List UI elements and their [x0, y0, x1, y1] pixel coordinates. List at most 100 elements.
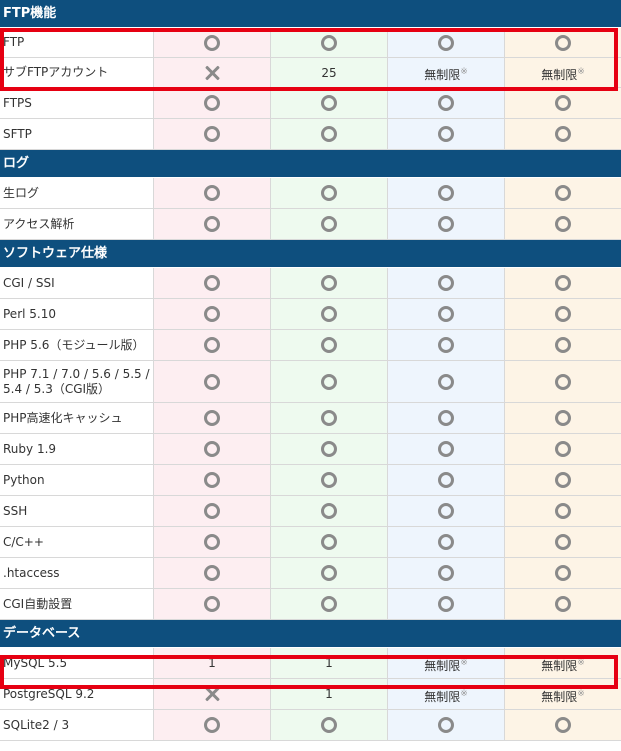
plan-cell	[154, 589, 271, 619]
available-circle-icon	[438, 95, 454, 111]
plan-cell	[271, 589, 388, 619]
plan-cell	[505, 119, 621, 149]
plan-cell	[388, 88, 505, 118]
section-title: ソフトウェア仕様	[3, 246, 108, 261]
plan-cell	[271, 209, 388, 239]
available-circle-icon	[204, 126, 220, 142]
feature-label: CGI / SSI	[0, 268, 154, 298]
unlimited-label: 無制限	[541, 658, 578, 673]
plan-cell	[388, 268, 505, 298]
unavailable-cross-icon	[204, 686, 220, 702]
plan-cell	[271, 434, 388, 464]
available-circle-icon	[555, 503, 571, 519]
available-circle-icon	[204, 441, 220, 457]
available-circle-icon	[438, 596, 454, 612]
plan-cell	[271, 558, 388, 588]
feature-label: MySQL 5.5	[0, 648, 154, 678]
available-circle-icon	[438, 34, 454, 51]
feature-label: SQLite2 / 3	[0, 710, 154, 740]
available-circle-icon	[438, 565, 454, 581]
available-circle-icon	[321, 34, 337, 51]
available-circle-icon	[555, 95, 571, 111]
plan-cell	[154, 496, 271, 526]
plan-cell	[505, 361, 621, 402]
feature-label: サブFTPアカウント	[0, 58, 154, 87]
table-row: PHP 7.1 / 7.0 / 5.6 / 5.5 / 5.4 / 5.3（CG…	[0, 361, 621, 403]
available-circle-icon	[555, 534, 571, 550]
available-circle-icon	[204, 472, 220, 488]
available-circle-icon	[438, 373, 454, 390]
plan-cell	[271, 465, 388, 495]
plan-cell	[154, 209, 271, 239]
available-circle-icon	[204, 717, 220, 733]
table-row: Ruby 1.9	[0, 434, 621, 465]
plan-cell	[154, 58, 271, 87]
plan-cell: 1	[271, 679, 388, 709]
plan-cell	[154, 679, 271, 709]
available-circle-icon	[321, 126, 337, 142]
plan-cell	[388, 558, 505, 588]
feature-label: CGI自動設置	[0, 589, 154, 619]
available-circle-icon	[321, 306, 337, 322]
available-circle-icon	[204, 337, 220, 353]
feature-label: アクセス解析	[0, 209, 154, 239]
plan-cell	[154, 178, 271, 208]
available-circle-icon	[555, 34, 571, 51]
available-circle-icon	[204, 185, 220, 201]
available-circle-icon	[321, 337, 337, 353]
plan-cell	[271, 119, 388, 149]
unlimited-label: 無制限	[424, 658, 461, 673]
plan-cell	[154, 88, 271, 118]
table-row: SQLite2 / 3	[0, 710, 621, 741]
note-mark: ※	[460, 67, 468, 77]
plan-cell	[388, 403, 505, 433]
available-circle-icon	[204, 34, 220, 51]
plan-cell: 無制限※	[505, 679, 621, 709]
unlimited-label: 無制限	[424, 68, 461, 82]
available-circle-icon	[321, 441, 337, 457]
table-row: SSH	[0, 496, 621, 527]
table-row: サブFTPアカウント 25 無制限※ 無制限※	[0, 58, 621, 88]
plan-cell	[505, 465, 621, 495]
plan-cell	[505, 330, 621, 360]
plan-cell	[271, 710, 388, 740]
available-circle-icon	[438, 306, 454, 322]
available-circle-icon	[204, 95, 220, 111]
section-title: FTP機能	[3, 6, 57, 21]
feature-label: PHP 7.1 / 7.0 / 5.6 / 5.5 / 5.4 / 5.3（CG…	[0, 361, 154, 402]
unlimited-text: 無制限※	[541, 688, 585, 705]
available-circle-icon	[321, 410, 337, 426]
plan-cell	[154, 558, 271, 588]
plan-cell	[154, 330, 271, 360]
available-circle-icon	[321, 717, 337, 733]
available-circle-icon	[555, 306, 571, 322]
feature-label: Python	[0, 465, 154, 495]
plan-cell	[271, 178, 388, 208]
plan-cell	[271, 88, 388, 118]
plan-cell	[271, 361, 388, 402]
note-mark: ※	[577, 688, 585, 699]
available-circle-icon	[321, 596, 337, 612]
available-circle-icon	[438, 410, 454, 426]
table-row: MySQL 5.5 1 1 無制限※ 無制限※	[0, 648, 621, 679]
table-row: Perl 5.10	[0, 299, 621, 330]
plan-cell	[271, 330, 388, 360]
plan-cell	[271, 268, 388, 298]
unlimited-text: 無制限※	[541, 66, 585, 83]
available-circle-icon	[555, 216, 571, 232]
plan-cell	[388, 28, 505, 57]
plan-cell	[154, 299, 271, 329]
unlimited-label: 無制限	[541, 68, 578, 82]
available-circle-icon	[438, 441, 454, 457]
available-circle-icon	[321, 534, 337, 550]
plan-cell	[505, 299, 621, 329]
plan-cell	[388, 527, 505, 557]
plan-cell	[388, 589, 505, 619]
available-circle-icon	[438, 126, 454, 142]
feature-label: FTPS	[0, 88, 154, 118]
available-circle-icon	[321, 472, 337, 488]
available-circle-icon	[321, 185, 337, 201]
plan-cell	[154, 710, 271, 740]
value-text: 25	[321, 65, 337, 80]
note-mark: ※	[460, 688, 468, 699]
